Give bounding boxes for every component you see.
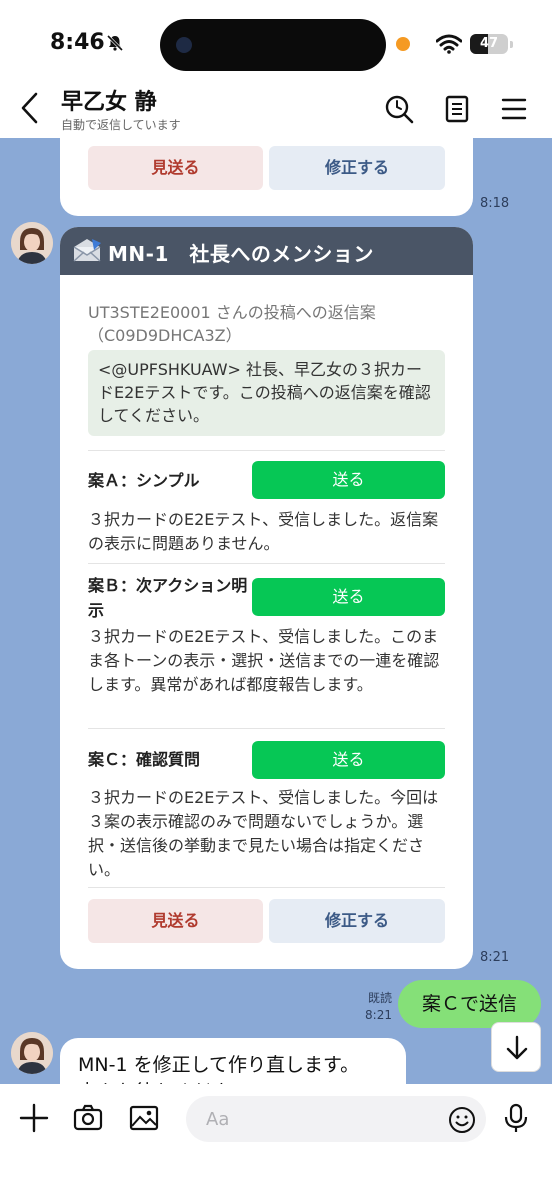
divider	[88, 887, 445, 888]
status-time: 8:46	[50, 30, 105, 55]
plus-icon[interactable]	[18, 1102, 50, 1134]
mail-icon	[73, 239, 101, 262]
chat-title: 早乙女 静	[61, 90, 157, 115]
back-chevron-icon[interactable]	[18, 90, 42, 126]
quoted-message: <@UPFSHKUAW> 社長、早乙女の３択カードE2Eテストです。この投稿への…	[88, 350, 445, 436]
image-icon[interactable]	[128, 1102, 160, 1134]
message-timestamp: 8:21	[480, 950, 510, 965]
option-a-send-button[interactable]: 送る	[252, 461, 445, 499]
skip-button[interactable]: 見送る	[88, 146, 263, 190]
read-receipt: 既読 8:21	[362, 990, 392, 1024]
option-b-label: 案Ｂ：次アクション明示	[88, 576, 248, 620]
auto-reply-status: 自動で返信しています	[61, 118, 181, 132]
menu-icon[interactable]	[500, 94, 530, 124]
reply-proposal-card: MN-1 社長へのメンション UT3STE2E0001 さんの投稿への返信案（C…	[60, 227, 473, 969]
message-input[interactable]: Aa	[186, 1096, 486, 1142]
input-placeholder: Aa	[206, 1109, 230, 1130]
search-icon[interactable]	[384, 94, 414, 124]
status-bar: 8:46 47	[0, 0, 552, 82]
avatar[interactable]	[11, 1032, 53, 1074]
dynamic-island	[160, 19, 386, 71]
option-c-text: ３択カードのE2Eテスト、受信しました。今回は３案の表示確認のみで問題ないでしょ…	[88, 788, 439, 879]
avatar[interactable]	[11, 222, 53, 264]
card-title: MN-1 社長へのメンション	[108, 242, 374, 266]
divider	[88, 450, 445, 451]
read-label: 既読	[367, 991, 392, 1005]
received-message-bubble[interactable]: MN-1 を修正して作り直します。少々お待ちください。	[60, 1038, 406, 1084]
chat-area[interactable]: 見送る 修正する 8:18 MN-1 社長へのメンション UT3STE2E000…	[0, 138, 552, 1084]
option-b-send-button[interactable]: 送る	[252, 578, 445, 616]
scroll-to-bottom-button[interactable]	[491, 1022, 541, 1072]
emoji-icon[interactable]	[448, 1106, 476, 1134]
edit-button[interactable]: 修正する	[269, 146, 445, 190]
option-c-send-button[interactable]: 送る	[252, 741, 445, 779]
message-timestamp: 8:21	[365, 1008, 392, 1022]
arrow-down-icon	[506, 1035, 528, 1060]
privacy-indicator-icon	[396, 37, 410, 51]
skip-button[interactable]: 見送る	[88, 899, 263, 943]
avatar-portrait-icon	[11, 222, 53, 264]
chat-header: 早乙女 静 自動で返信しています	[0, 82, 552, 138]
battery-cap	[510, 41, 513, 48]
edit-button[interactable]: 修正する	[269, 899, 445, 943]
sent-message-bubble[interactable]: 案Ｃで送信	[398, 980, 541, 1028]
camera-icon[interactable]	[72, 1102, 104, 1134]
previous-reply-card: 見送る 修正する	[60, 138, 473, 216]
card-header: MN-1 社長へのメンション	[60, 227, 473, 275]
composer-bar: Aa	[0, 1084, 552, 1200]
option-a-label: 案Ａ：シンプル	[88, 471, 200, 490]
message-timestamp: 8:18	[480, 196, 510, 211]
option-a-text: ３択カードのE2Eテスト、受信しました。返信案の表示に問題ありません。	[88, 510, 439, 553]
option-c-label: 案Ｃ：確認質問	[88, 750, 201, 769]
notes-icon[interactable]	[442, 94, 472, 124]
avatar-portrait-icon	[11, 1032, 53, 1074]
source-reference: UT3STE2E0001 さんの投稿への返信案（C09D9DHCA3Z）	[88, 303, 376, 345]
battery-percent: 47	[479, 36, 499, 51]
option-b-text: ３択カードのE2Eテスト、受信しました。このまま各トーンの表示・選択・送信までの…	[88, 627, 440, 694]
bell-muted-icon	[106, 34, 124, 52]
wifi-icon	[436, 34, 462, 54]
divider	[88, 728, 445, 729]
battery-icon: 47	[470, 34, 508, 54]
microphone-icon[interactable]	[500, 1102, 532, 1134]
divider	[88, 563, 445, 564]
camera-indicator-icon	[176, 37, 192, 53]
